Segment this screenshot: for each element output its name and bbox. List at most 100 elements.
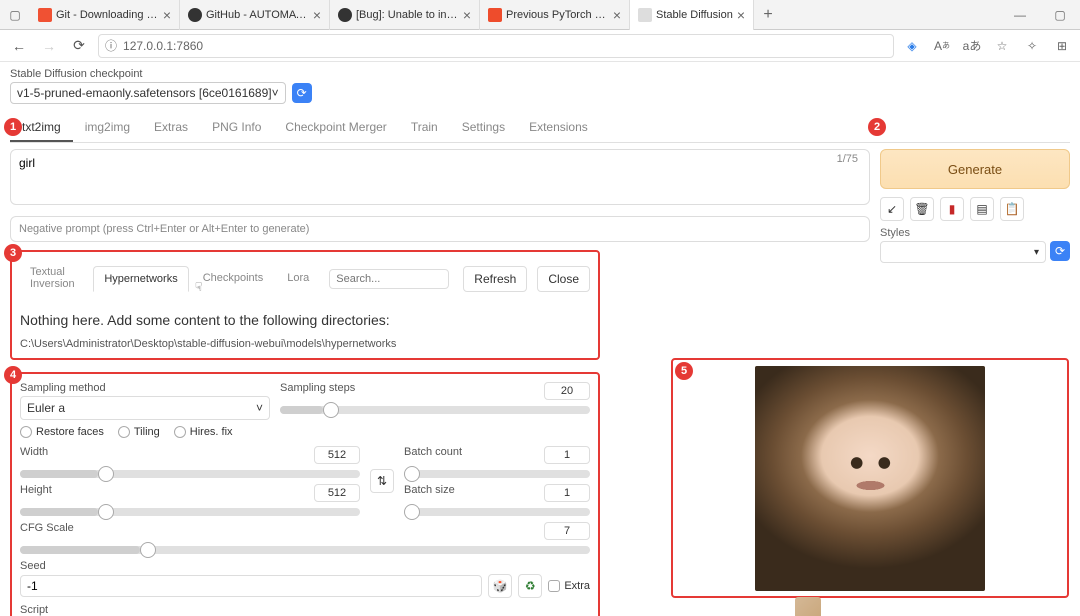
output-panel: 5: [671, 358, 1069, 598]
browser-tab-github[interactable]: GitHub - AUTOMATIC1111/stabl ×: [180, 0, 330, 30]
cfg-label: CFG Scale: [20, 522, 74, 538]
subtab-checkpoints[interactable]: Checkpoints: [193, 266, 274, 292]
extra-networks-panel: 3 Textual Inversion Hypernetworks Checkp…: [10, 250, 600, 360]
tab-img2img[interactable]: img2img: [73, 114, 142, 142]
cfg-value[interactable]: 7: [544, 522, 590, 540]
collections-icon[interactable]: ✧: [1022, 36, 1042, 56]
output-image[interactable]: [755, 366, 985, 591]
sampling-method-select[interactable]: Euler a ˅: [20, 396, 270, 420]
height-slider[interactable]: [20, 508, 360, 516]
style-button[interactable]: ▮: [940, 197, 964, 221]
extra-networks-path: C:\Users\Administrator\Desktop\stable-di…: [20, 338, 590, 350]
batch-size-slider[interactable]: [404, 508, 590, 516]
close-icon[interactable]: ×: [613, 7, 621, 23]
batch-count-slider[interactable]: [404, 470, 590, 478]
close-button[interactable]: Close: [537, 266, 590, 292]
subtab-hypernetworks[interactable]: Hypernetworks: [93, 266, 188, 292]
script-label: Script: [20, 604, 590, 616]
back-button[interactable]: ←: [8, 38, 30, 54]
maximize-button[interactable]: ▢: [1040, 8, 1080, 22]
output-thumbnail[interactable]: [795, 597, 821, 616]
annotation-badge-1: 1: [4, 118, 22, 136]
tiling-checkbox[interactable]: Tiling: [118, 426, 160, 438]
info-icon: ⓘ: [105, 37, 117, 54]
chevron-down-icon: ▾: [1034, 247, 1039, 258]
close-icon[interactable]: ×: [737, 7, 745, 23]
annotation-badge-3: 3: [4, 244, 22, 262]
new-tab-button[interactable]: +: [754, 6, 782, 24]
extra-networks-search[interactable]: [329, 269, 449, 289]
reload-button[interactable]: ⟳: [68, 37, 90, 54]
styles-select[interactable]: ▾: [880, 241, 1046, 263]
browser-tab-bug[interactable]: [Bug]: Unable to install webui du ×: [330, 0, 480, 30]
recycle-button[interactable]: ♻: [518, 574, 542, 598]
generate-button[interactable]: Generate: [880, 149, 1070, 189]
height-label: Height: [20, 484, 52, 500]
tab-pnginfo[interactable]: PNG Info: [200, 114, 273, 142]
page-icon: [638, 8, 652, 22]
extra-networks-message: Nothing here. Add some content to the fo…: [20, 312, 590, 328]
swap-dimensions-button[interactable]: ⇅: [370, 469, 394, 493]
sampling-method-value: Euler a: [27, 401, 65, 415]
extra-checkbox[interactable]: Extra: [548, 580, 590, 592]
browser-tab-git[interactable]: Git - Downloading Package ×: [30, 0, 180, 30]
browser-tab-sd[interactable]: Stable Diffusion ×: [630, 0, 754, 30]
sampling-steps-slider[interactable]: [280, 406, 590, 414]
tab-title: GitHub - AUTOMATIC1111/stabl: [206, 9, 309, 21]
tab-train[interactable]: Train: [399, 114, 450, 142]
prompt-counter: 1/75: [837, 153, 858, 165]
checkpoint-label: Stable Diffusion checkpoint: [10, 68, 1070, 80]
tab-title: Previous PyTorch Versions | PyTo: [506, 9, 609, 21]
favorite-icon[interactable]: ☆: [992, 36, 1012, 56]
close-icon[interactable]: ×: [163, 7, 171, 23]
generation-params-panel: 4 Sampling method Euler a ˅ Sampling ste…: [10, 372, 600, 616]
batch-count-value[interactable]: 1: [544, 446, 590, 464]
address-bar: ← → ⟳ ⓘ 127.0.0.1:7860 ◈ Aあ аあ ☆ ✧ ⊞: [0, 30, 1080, 62]
close-icon[interactable]: ×: [313, 7, 321, 23]
refresh-checkpoint-button[interactable]: ⟳: [292, 83, 312, 103]
negative-prompt-input[interactable]: Negative prompt (press Ctrl+Enter or Alt…: [10, 216, 870, 242]
main-tabs: txt2img img2img Extras PNG Info Checkpoi…: [10, 114, 1070, 143]
tab-settings[interactable]: Settings: [450, 114, 517, 142]
tab-extensions[interactable]: Extensions: [517, 114, 600, 142]
browser-tab-pytorch[interactable]: Previous PyTorch Versions | PyTo ×: [480, 0, 630, 30]
checkpoint-select[interactable]: v1-5-pruned-emaonly.safetensors [6ce0161…: [10, 82, 286, 104]
font-icon[interactable]: аあ: [962, 36, 982, 56]
save-button[interactable]: 📋: [1000, 197, 1024, 221]
height-value[interactable]: 512: [314, 484, 360, 502]
seed-label: Seed: [20, 560, 590, 572]
tab-extras[interactable]: Extras: [142, 114, 200, 142]
trash-button[interactable]: 🗑: [910, 197, 934, 221]
copy-button[interactable]: ▤: [970, 197, 994, 221]
annotation-badge-5: 5: [675, 362, 693, 380]
annotation-badge-4: 4: [4, 366, 22, 384]
window-menu-icon[interactable]: ▢: [0, 8, 30, 22]
extensions-icon[interactable]: ⊞: [1052, 36, 1072, 56]
hiresfix-checkbox[interactable]: Hires. fix: [174, 426, 233, 438]
restore-faces-checkbox[interactable]: Restore faces: [20, 426, 104, 438]
batch-count-label: Batch count: [404, 446, 462, 462]
refresh-styles-button[interactable]: ⟳: [1050, 241, 1070, 261]
seed-input[interactable]: [20, 575, 482, 597]
minimize-button[interactable]: —: [1000, 8, 1040, 22]
subtab-lora[interactable]: Lora: [277, 266, 319, 292]
refresh-button[interactable]: Refresh: [463, 266, 527, 292]
github-icon: [338, 8, 352, 22]
sampling-steps-value[interactable]: 20: [544, 382, 590, 400]
tag-icon[interactable]: ◈: [902, 36, 922, 56]
close-icon[interactable]: ×: [463, 7, 471, 23]
arrow-button[interactable]: ↙: [880, 197, 904, 221]
url-text: 127.0.0.1:7860: [123, 39, 203, 53]
dice-button[interactable]: 🎲: [488, 574, 512, 598]
subtab-textual-inversion[interactable]: Textual Inversion: [20, 260, 89, 298]
prompt-input[interactable]: [10, 149, 870, 205]
text-size-icon[interactable]: Aあ: [932, 36, 952, 56]
width-value[interactable]: 512: [314, 446, 360, 464]
cfg-slider[interactable]: [20, 546, 590, 554]
url-input[interactable]: ⓘ 127.0.0.1:7860: [98, 34, 894, 58]
browser-titlebar: ▢ Git - Downloading Package × GitHub - A…: [0, 0, 1080, 30]
width-slider[interactable]: [20, 470, 360, 478]
tab-ckptmerger[interactable]: Checkpoint Merger: [273, 114, 398, 142]
batch-size-value[interactable]: 1: [544, 484, 590, 502]
forward-button: →: [38, 38, 60, 54]
